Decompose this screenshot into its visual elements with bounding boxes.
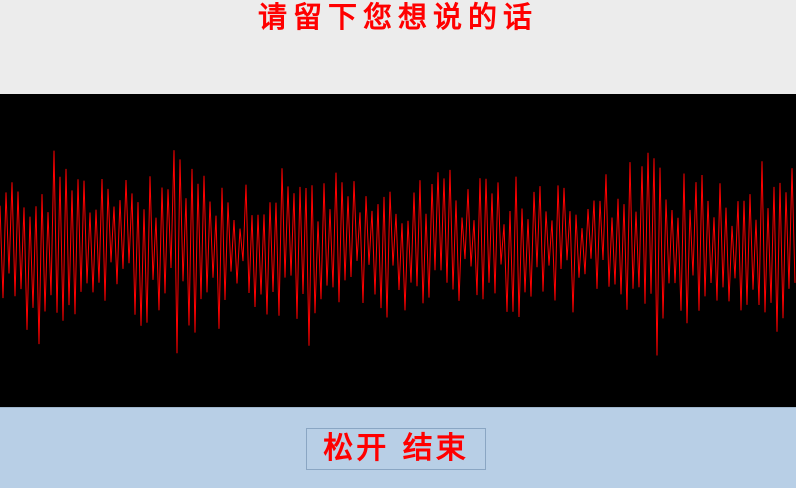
audio-waveform-panel	[0, 94, 796, 407]
page-title: 请留下您想说的话	[257, 0, 538, 34]
waveform-line	[0, 150, 796, 356]
footer-bar: 松开 结束	[0, 407, 796, 488]
release-to-end-button[interactable]: 松开 结束	[306, 428, 486, 470]
audio-waveform	[0, 150, 796, 356]
header-bar: 请留下您想说的话	[0, 0, 796, 94]
